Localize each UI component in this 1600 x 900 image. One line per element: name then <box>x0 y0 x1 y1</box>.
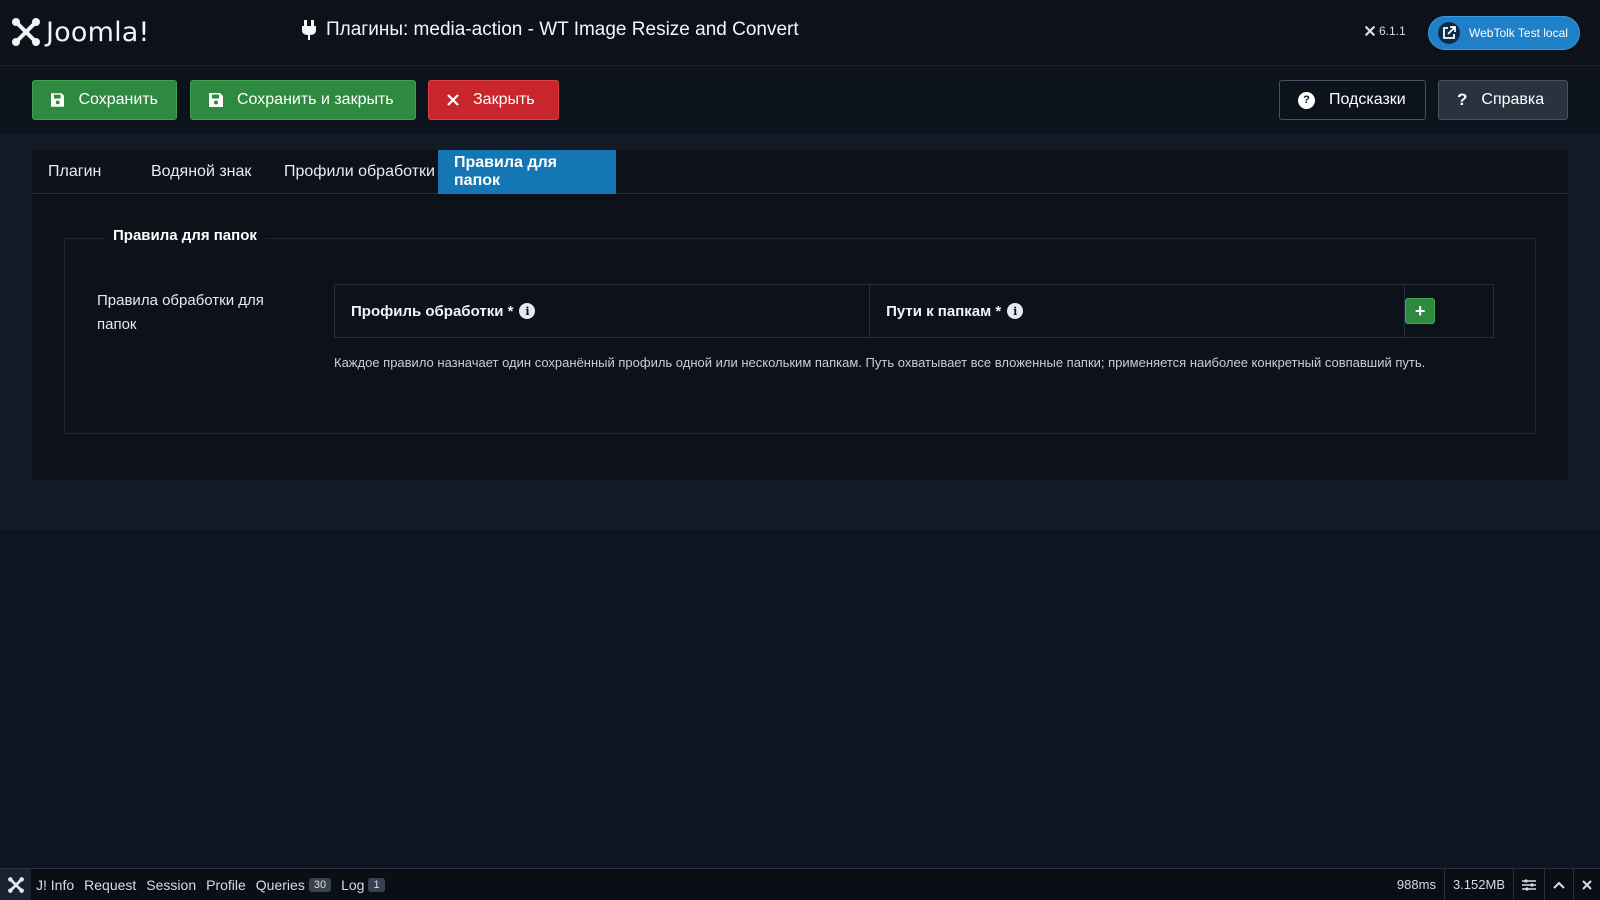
debug-close-icon[interactable] <box>1573 869 1600 900</box>
debug-tab-request[interactable]: Request <box>79 877 141 893</box>
column-paths-label: Пути к папкам * <box>886 302 1002 320</box>
version-info: 6.1.1 <box>1364 24 1406 38</box>
debug-tab-label: Request <box>84 876 137 893</box>
debug-bar: J! Info Request Session Profile Queries 3… <box>0 868 1600 900</box>
hints-label: Подсказки <box>1329 91 1406 108</box>
close-button[interactable]: Закрыть <box>428 80 559 120</box>
view-site-button[interactable]: WebTolk Test local <box>1428 16 1580 50</box>
debug-tab-log[interactable]: Log 1 <box>336 877 389 893</box>
tab-label: Плагин <box>48 163 102 180</box>
debug-tab-label: Queries <box>255 876 305 893</box>
debug-settings-icon[interactable] <box>1513 869 1544 900</box>
rules-subform-table: Профиль обработки * i Пути к папкам * i … <box>334 284 1494 338</box>
add-row-button[interactable]: + <box>1405 298 1436 324</box>
header: Joomla! Плагины: media-action - WT Image… <box>0 0 1600 66</box>
debug-memory: 3.152MB <box>1443 869 1513 900</box>
debug-tab-label: J! Info <box>36 876 75 893</box>
version-number: 6.1.1 <box>1379 24 1406 38</box>
hints-button[interactable]: ? Подсказки <box>1279 80 1426 120</box>
tab-processing-profiles[interactable]: Профили обработки <box>268 150 451 194</box>
floppy-icon <box>209 93 223 107</box>
debug-time: 988ms <box>1396 877 1436 892</box>
debug-tab-session[interactable]: Session <box>141 877 201 893</box>
page-title-text: Плагины: media-action - WT Image Resize … <box>326 19 799 40</box>
debug-tab-profile[interactable]: Profile <box>201 877 251 893</box>
debug-tab-queries[interactable]: Queries 30 <box>251 877 336 893</box>
column-header-profile: Профиль обработки * i <box>335 285 871 337</box>
question-circle-icon: ? <box>1298 91 1315 109</box>
column-header-paths: Пути к папкам * i <box>870 285 1406 337</box>
close-label: Закрыть <box>473 91 535 108</box>
chevron-up-icon[interactable] <box>1544 869 1573 900</box>
tab-folder-rules[interactable]: Правила для папок <box>438 150 616 194</box>
tab-label: Правила для папок <box>454 154 558 189</box>
save-close-label: Сохранить и закрыть <box>237 91 394 108</box>
debug-tab-label: Session <box>146 876 197 893</box>
site-name: WebTolk Test local <box>1469 26 1568 40</box>
field-description: Каждое правило назначает один сохранённы… <box>334 355 1426 370</box>
field-label: Правила обработки для папок <box>97 292 264 333</box>
tab-bar: Плагин Водяной знак Профили обработки Пр… <box>32 150 1568 194</box>
debug-stats: 988ms 3.152MB <box>1389 869 1600 900</box>
save-close-button[interactable]: Сохранить и закрыть <box>190 80 416 120</box>
plug-icon <box>302 20 316 40</box>
logo-text: Joomla! <box>46 16 150 48</box>
queries-count-badge: 30 <box>308 877 332 892</box>
joomla-small-icon <box>1365 26 1375 36</box>
plugin-edit-card: Плагин Водяной знак Профили обработки Пр… <box>32 150 1568 480</box>
floppy-icon <box>51 93 65 107</box>
debug-tab-info[interactable]: J! Info <box>31 877 79 893</box>
column-actions: + <box>1405 285 1493 337</box>
external-link-icon <box>1438 22 1460 44</box>
help-label: Справка <box>1481 91 1545 108</box>
info-icon[interactable]: i <box>519 303 536 319</box>
joomla-icon <box>12 18 40 46</box>
log-count-badge: 1 <box>368 877 385 892</box>
page-title: Плагины: media-action - WT Image Resize … <box>302 19 799 41</box>
folder-rules-fieldset: Правила для папок Правила обработки для … <box>64 227 1536 434</box>
tab-watermark[interactable]: Водяной знак <box>135 150 267 194</box>
debug-tab-label: Log <box>341 876 365 893</box>
toolbar: Сохранить Сохранить и закрыть Закрыть ? … <box>0 66 1600 134</box>
fieldset-legend: Правила для папок <box>105 227 265 244</box>
column-profile-label: Профиль обработки * <box>351 302 514 320</box>
question-icon: ? <box>1457 90 1468 109</box>
save-label: Сохранить <box>78 91 158 108</box>
debug-joomla-icon[interactable] <box>0 868 31 900</box>
info-icon[interactable]: i <box>1007 303 1024 319</box>
debug-tab-label: Profile <box>206 876 246 893</box>
tab-label: Профили обработки <box>284 163 435 180</box>
help-button[interactable]: ? Справка <box>1438 80 1568 120</box>
tab-plugin[interactable]: Плагин <box>32 150 117 194</box>
save-button[interactable]: Сохранить <box>32 80 177 120</box>
tab-label: Водяной знак <box>151 163 252 180</box>
joomla-logo[interactable]: Joomla! <box>10 16 150 48</box>
close-icon <box>447 94 459 106</box>
